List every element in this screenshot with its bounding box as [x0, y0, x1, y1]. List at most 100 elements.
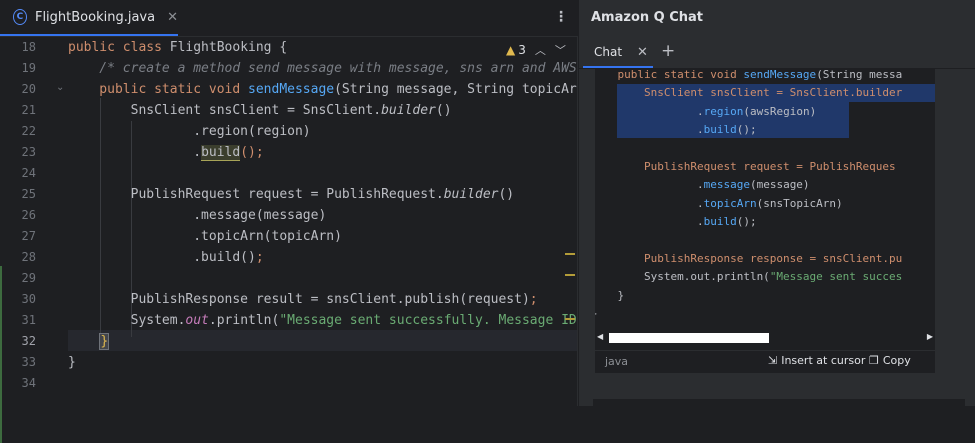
code-token: (String messa [816, 68, 903, 81]
snippet-line: .message(message) [595, 176, 810, 194]
tab-chat[interactable]: Chat ✕ [583, 38, 653, 68]
code-token: ; [255, 250, 264, 265]
scroll-right-icon[interactable]: ▶ [927, 332, 933, 341]
insert-at-cursor-button[interactable]: ⇲ Insert at cursor [768, 354, 865, 367]
code-token: PublishRequest request = PublishRequest. [68, 187, 444, 202]
panel-title: Amazon Q Chat [591, 10, 704, 25]
code-token: "Message sent successfully. Message ID: [279, 313, 578, 328]
editor-tab-flightbooking[interactable]: C FlightBooking.java ✕ [0, 0, 178, 36]
code-line: .message(message) [68, 205, 326, 226]
code-token: () [498, 187, 515, 202]
scroll-left-icon[interactable]: ◀ [597, 332, 603, 341]
code-token: builder [381, 103, 436, 118]
line-number: 30 [21, 292, 36, 306]
code-token: ; [529, 292, 538, 307]
line-number: 22 [21, 124, 36, 138]
code-editor[interactable]: C FlightBooking.java ✕ ⋮ 18 19 20 21 22 23 24 2… [0, 0, 578, 443]
chat-tab-bar: Chat ✕ + [579, 38, 975, 69]
code-token: build [201, 145, 241, 161]
code-line: .build(); [68, 142, 264, 163]
code-token: . [595, 196, 704, 210]
line-number: 18 [21, 40, 36, 54]
line-number: 33 [21, 355, 36, 369]
insert-at-cursor-label: Insert at cursor [781, 354, 866, 367]
line-number: 31 [21, 313, 36, 327]
amazon-q-panel: Amazon Q Chat Chat ✕ + public static voi… [578, 0, 975, 406]
code-token: sendMessage [248, 82, 335, 97]
tab-chat-label: Chat [594, 45, 623, 59]
code-line: .topicArn(topicArn) [68, 226, 342, 247]
code-line: public class FlightBooking { [68, 37, 287, 58]
chevron-up-icon[interactable]: ︿ [535, 42, 546, 58]
code-token: .message(message) [68, 208, 327, 223]
code-token: . [595, 178, 704, 192]
warning-icon: ▲ [506, 43, 516, 57]
code-line: .region(region) [68, 121, 310, 142]
copy-icon: ❐ [869, 354, 879, 367]
line-number: 21 [21, 103, 36, 117]
snippet-line: .build(); [595, 213, 757, 231]
horizontal-scrollbar[interactable]: ◀ ▶ [595, 332, 935, 346]
matched-brace: } [99, 333, 110, 350]
line-number: 20 [21, 82, 36, 96]
line-number: 19 [21, 61, 36, 75]
code-area[interactable]: public class FlightBooking { /* create a… [68, 37, 578, 406]
code-token: (); [736, 215, 757, 229]
fold-chevron-icon[interactable]: ⌄ [56, 82, 64, 93]
code-token: . [595, 104, 704, 118]
line-number: 32 [21, 334, 36, 348]
scrollbar-thumb[interactable] [609, 333, 769, 343]
chevron-down-icon[interactable]: ﹀ [555, 42, 566, 58]
code-snippet-card: public static void sendMessage(String me… [595, 68, 935, 373]
code-token: (snsTopicArn) [756, 196, 843, 210]
more-options-icon[interactable]: ⋮ [554, 9, 568, 25]
line-number-gutter: 18 19 20 21 22 23 24 25 26 27 28 29 30 31 32 33 34 ⌄ [0, 37, 68, 443]
copy-button[interactable]: ❐ Copy [869, 354, 911, 367]
inspection-widget[interactable]: ▲ 3 ︿ ﹀ [506, 42, 566, 58]
code-token: PublishRequest request = PublishReques [595, 160, 896, 173]
code-snippet[interactable]: public static void sendMessage(String me… [595, 68, 935, 330]
scrollbar-warning-marker[interactable] [565, 274, 575, 276]
line-number: 27 [21, 229, 36, 243]
snippet-line: public static void sendMessage(String me… [595, 68, 902, 84]
line-number: 29 [21, 271, 36, 285]
line-number: 28 [21, 250, 36, 264]
snippet-line: .region(awsRegion) [595, 103, 816, 121]
code-token: (message) [749, 178, 810, 192]
java-class-icon: C [13, 9, 27, 25]
line-number: 26 [21, 208, 36, 222]
scrollbar-warning-marker[interactable] [565, 318, 575, 320]
code-token: (); [736, 123, 757, 137]
code-token: out [185, 313, 209, 328]
line-number: 23 [21, 145, 36, 159]
code-token: "Message sent succes [769, 270, 903, 284]
current-line-highlight [68, 330, 578, 351]
close-icon[interactable]: ✕ [637, 45, 648, 60]
code-token: System.out.println( [595, 270, 770, 284]
snippet-line: .topicArn(snsTopicArn) [595, 195, 843, 213]
scrollbar-warning-marker[interactable] [565, 253, 575, 255]
code-token: sendMessage [743, 68, 817, 81]
line-number: 24 [21, 166, 36, 180]
code-token: } [617, 288, 625, 302]
code-token: . [595, 215, 704, 229]
code-token: SnsClient snsClient = SnsClient. [595, 86, 856, 100]
code-line: /* create a method send message with mes… [68, 58, 578, 79]
line-number: 25 [21, 187, 36, 201]
add-tab-icon[interactable]: + [661, 41, 675, 61]
insert-icon: ⇲ [768, 354, 778, 367]
code-token: builder [443, 187, 499, 202]
close-icon[interactable]: ✕ [167, 10, 178, 25]
snippet-language: java [605, 355, 629, 368]
code-token: message [703, 178, 750, 192]
code-token: SnsClient snsClient = SnsClient. [68, 103, 382, 118]
code-line: SnsClient snsClient = SnsClient.builder(… [68, 100, 452, 121]
warning-count: 3 [518, 43, 526, 57]
snippet-line: SnsClient snsClient = SnsClient.builder [595, 84, 902, 102]
snippet-line: PublishRequest request = PublishReques [595, 158, 896, 176]
code-line: public static void sendMessage(String me… [68, 79, 578, 100]
code-line: } [68, 352, 76, 373]
code-token: () [435, 103, 452, 118]
code-token: . [595, 123, 704, 137]
chat-input-area[interactable] [593, 399, 965, 406]
